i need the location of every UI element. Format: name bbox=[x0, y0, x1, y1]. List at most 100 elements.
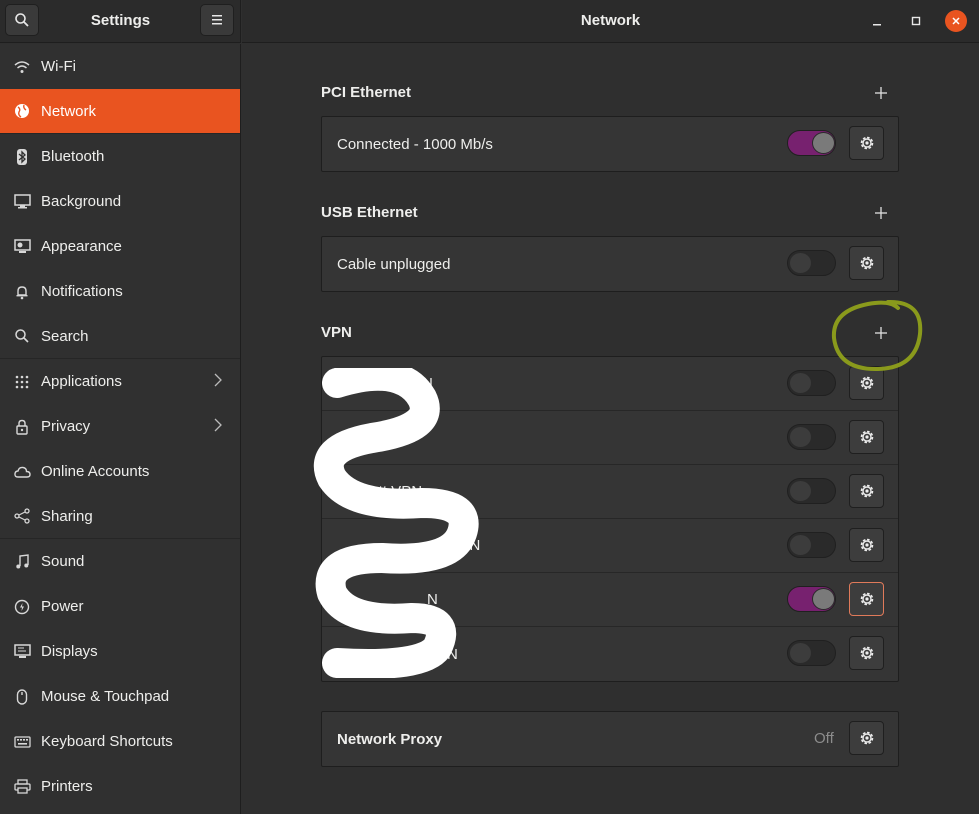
sidebar-item-sound[interactable]: Sound bbox=[0, 539, 240, 584]
sidebar-item-appearance[interactable]: Appearance bbox=[0, 224, 240, 269]
usb-ethernet-settings-button[interactable] bbox=[849, 246, 884, 280]
toggle-knob bbox=[789, 372, 812, 394]
sidebar-item-label: Bluetooth bbox=[41, 148, 105, 165]
plus-icon bbox=[875, 207, 887, 219]
pci-ethernet-settings-button[interactable] bbox=[849, 126, 884, 160]
vpn-toggle[interactable] bbox=[787, 532, 836, 558]
usb-ethernet-row: Cable unplugged bbox=[322, 237, 898, 291]
sidebar-item-wifi[interactable]: Wi-Fi bbox=[0, 44, 240, 89]
sidebar-item-mouse-touchpad[interactable]: Mouse & Touchpad bbox=[0, 674, 240, 719]
main-header: Network bbox=[242, 0, 979, 43]
printer-icon bbox=[13, 778, 31, 796]
sidebar-item-label: Appearance bbox=[41, 238, 122, 255]
vpn-settings-button[interactable] bbox=[849, 420, 884, 454]
sidebar-item-privacy[interactable]: Privacy bbox=[0, 404, 240, 449]
pci-add-button[interactable] bbox=[872, 84, 890, 102]
vpn-name: N bbox=[427, 591, 438, 608]
grid-icon bbox=[13, 373, 31, 391]
gear-icon bbox=[860, 646, 873, 660]
vpn-card: VPN VPN Hewlett VPN g VPN N VPN bbox=[321, 356, 899, 682]
sidebar-item-label: Sharing bbox=[41, 507, 93, 525]
maximize-button[interactable] bbox=[905, 10, 927, 32]
pci-ethernet-row: Connected - 1000 Mb/s bbox=[322, 117, 898, 171]
sidebar-item-online-accounts[interactable]: Online Accounts bbox=[0, 449, 240, 494]
network-panel: PCI Ethernet Connected - 1000 Mb/s USB E… bbox=[242, 44, 979, 814]
network-proxy-card[interactable]: Network Proxy Off bbox=[321, 711, 899, 767]
toggle-knob bbox=[789, 252, 812, 274]
chevron-right-icon bbox=[214, 373, 222, 390]
vpn-row: VPN bbox=[322, 411, 898, 465]
sidebar-item-keyboard-shortcuts[interactable]: Keyboard Shortcuts bbox=[0, 719, 240, 764]
vpn-row: Hewlett VPN bbox=[322, 465, 898, 519]
minimize-icon bbox=[873, 24, 881, 26]
vpn-toggle[interactable] bbox=[787, 424, 836, 450]
sidebar-item-sharing[interactable]: Sharing bbox=[0, 494, 240, 539]
appearance-icon bbox=[13, 238, 31, 256]
sidebar: Wi-Fi Network Bluetooth Background Appea… bbox=[0, 44, 241, 814]
vpn-toggle[interactable] bbox=[787, 640, 836, 666]
sidebar-item-power[interactable]: Power bbox=[0, 584, 240, 629]
vpn-settings-button[interactable] bbox=[849, 636, 884, 670]
sidebar-item-label: Network bbox=[41, 102, 97, 120]
sidebar-item-label: Wi-Fi bbox=[41, 58, 76, 75]
pci-ethernet-toggle[interactable] bbox=[787, 130, 836, 156]
vpn-name: VPN bbox=[427, 645, 458, 663]
connection-status: Cable unplugged bbox=[337, 255, 451, 273]
usb-add-button[interactable] bbox=[872, 204, 890, 222]
sidebar-item-label: Displays bbox=[41, 643, 98, 660]
sidebar-item-bluetooth[interactable]: Bluetooth bbox=[0, 134, 240, 179]
gear-icon bbox=[860, 538, 873, 552]
chevron-right-icon bbox=[214, 418, 222, 435]
toggle-knob bbox=[812, 588, 835, 610]
sidebar-item-displays[interactable]: Displays bbox=[0, 629, 240, 674]
close-button[interactable] bbox=[945, 10, 967, 32]
gear-icon bbox=[860, 731, 873, 745]
music-icon bbox=[13, 553, 31, 571]
close-icon bbox=[952, 17, 960, 25]
sidebar-item-label: Background bbox=[41, 193, 122, 210]
toggle-knob bbox=[789, 534, 812, 556]
vpn-toggle[interactable] bbox=[787, 370, 836, 396]
usb-ethernet-toggle[interactable] bbox=[787, 250, 836, 276]
sidebar-item-background[interactable]: Background bbox=[0, 179, 240, 224]
vpn-settings-button[interactable] bbox=[849, 366, 884, 400]
bluetooth-icon bbox=[13, 148, 31, 166]
share-icon bbox=[13, 507, 31, 525]
sidebar-item-label: Power bbox=[41, 598, 84, 615]
sidebar-item-label: Sound bbox=[41, 553, 85, 570]
lock-icon bbox=[13, 418, 31, 436]
vpn-settings-button[interactable] bbox=[849, 474, 884, 508]
toggle-knob bbox=[789, 642, 812, 664]
sidebar-item-notifications[interactable]: Notifications bbox=[0, 269, 240, 314]
sidebar-item-label: Search bbox=[41, 327, 89, 345]
sidebar-item-search[interactable]: Search bbox=[0, 314, 240, 359]
vpn-add-button[interactable] bbox=[872, 324, 890, 342]
vpn-title: VPN bbox=[321, 324, 352, 341]
settings-window: Settings Network Wi-Fi Network Bluetooth… bbox=[0, 0, 979, 814]
vpn-settings-button[interactable] bbox=[849, 582, 884, 616]
usb-ethernet-title: USB Ethernet bbox=[321, 204, 418, 221]
sidebar-item-label: Keyboard Shortcuts bbox=[41, 733, 173, 750]
sidebar-item-label: Applications bbox=[41, 373, 122, 390]
vpn-toggle[interactable] bbox=[787, 478, 836, 504]
sidebar-header: Settings bbox=[0, 0, 241, 43]
bell-icon bbox=[13, 283, 31, 301]
vpn-name: g VPN bbox=[437, 537, 481, 554]
menu-button[interactable] bbox=[200, 4, 234, 36]
sidebar-item-applications[interactable]: Applications bbox=[0, 359, 240, 404]
network-proxy-row[interactable]: Network Proxy Off bbox=[322, 712, 898, 766]
search-icon bbox=[13, 327, 31, 345]
plus-icon bbox=[875, 87, 887, 99]
background-icon bbox=[13, 193, 31, 211]
vpn-toggle[interactable] bbox=[787, 586, 836, 612]
vpn-row: VPN bbox=[322, 627, 898, 681]
network-proxy-settings-button[interactable] bbox=[849, 721, 884, 755]
vpn-name: VPN bbox=[402, 375, 433, 392]
minimize-button[interactable] bbox=[866, 10, 888, 32]
vpn-settings-button[interactable] bbox=[849, 528, 884, 562]
toggle-knob bbox=[789, 480, 812, 502]
keyboard-icon bbox=[13, 733, 31, 751]
sidebar-item-network[interactable]: Network bbox=[0, 89, 240, 134]
vpn-name: Hewlett VPN bbox=[337, 483, 423, 500]
sidebar-item-printers[interactable]: Printers bbox=[0, 764, 240, 809]
